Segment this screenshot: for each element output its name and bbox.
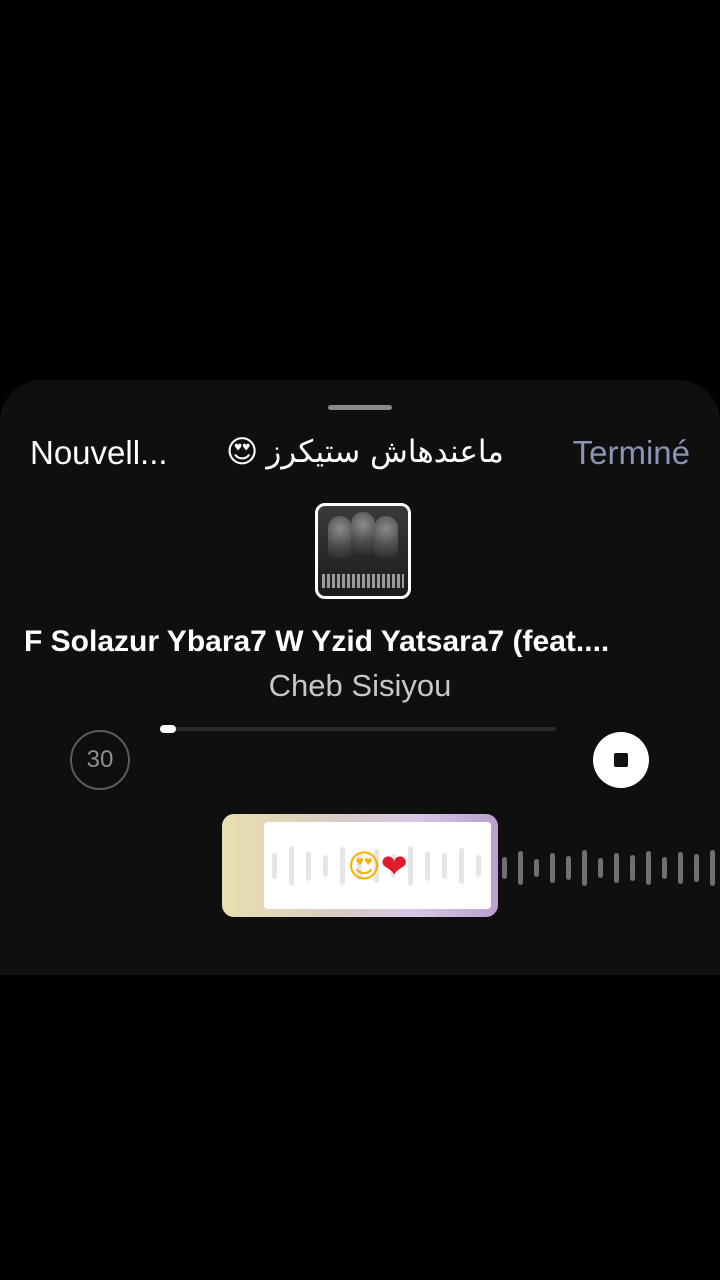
music-sheet: Nouvell... 😍 ماعندهاش ستيكرز Terminé F S…: [0, 380, 720, 975]
waveform-bar: [566, 856, 571, 880]
waveform-bar: [646, 851, 651, 885]
waveform-bar: [662, 857, 667, 879]
clip-selection-window: 😍 ❤: [264, 822, 491, 909]
waveform-bar: [694, 854, 699, 882]
clip-selection[interactable]: 😍 ❤: [222, 814, 498, 917]
waveform-bar: [614, 853, 619, 883]
nav-title-text: ماعندهاش ستيكرز: [266, 434, 504, 470]
new-button[interactable]: Nouvell...: [30, 434, 168, 472]
stop-icon: [614, 753, 628, 767]
artwork-person-2: [351, 512, 375, 554]
progress-bar[interactable]: [160, 725, 556, 733]
waveform-bar: [518, 851, 523, 885]
waveform-bar: [678, 852, 683, 884]
nav-title: 😍 ماعندهاش ستيكرز: [226, 434, 516, 470]
audio-waveform[interactable]: [498, 843, 720, 893]
skip-30-label: 30: [86, 746, 114, 773]
heart-eyes-emoji-icon: 😍: [226, 434, 259, 470]
heart-eyes-emoji-icon: 😍: [347, 846, 381, 885]
artwork-caption: [322, 574, 404, 588]
artwork-person-3: [374, 516, 398, 558]
screen: Nouvell... 😍 ماعندهاش ستيكرز Terminé F S…: [0, 0, 720, 1280]
sticker-preview: 😍 ❤: [264, 822, 491, 909]
artwork-person-1: [328, 516, 352, 558]
song-title: F Solazur Ybara7 W Yzid Yatsara7 (feat..…: [24, 625, 610, 658]
album-artwork: [315, 503, 411, 599]
waveform-bar: [598, 858, 603, 878]
artist-name: Cheb Sisiyou: [268, 668, 452, 703]
waveform-bar: [630, 855, 635, 881]
waveform-bar: [534, 859, 539, 877]
done-button[interactable]: Terminé: [573, 434, 690, 472]
waveform-bar: [502, 857, 507, 879]
waveform-bar: [710, 850, 715, 886]
progress-fill: [160, 725, 176, 733]
skip-30-button[interactable]: 30: [70, 730, 130, 790]
sheet-grabber[interactable]: [328, 405, 392, 410]
waveform-bar: [582, 850, 587, 886]
red-heart-icon: ❤: [380, 846, 408, 885]
nav-bar: Nouvell... 😍 ماعندهاش ستيكرز Terminé: [0, 430, 720, 480]
waveform-bar: [550, 853, 555, 883]
stop-button[interactable]: [593, 732, 649, 788]
